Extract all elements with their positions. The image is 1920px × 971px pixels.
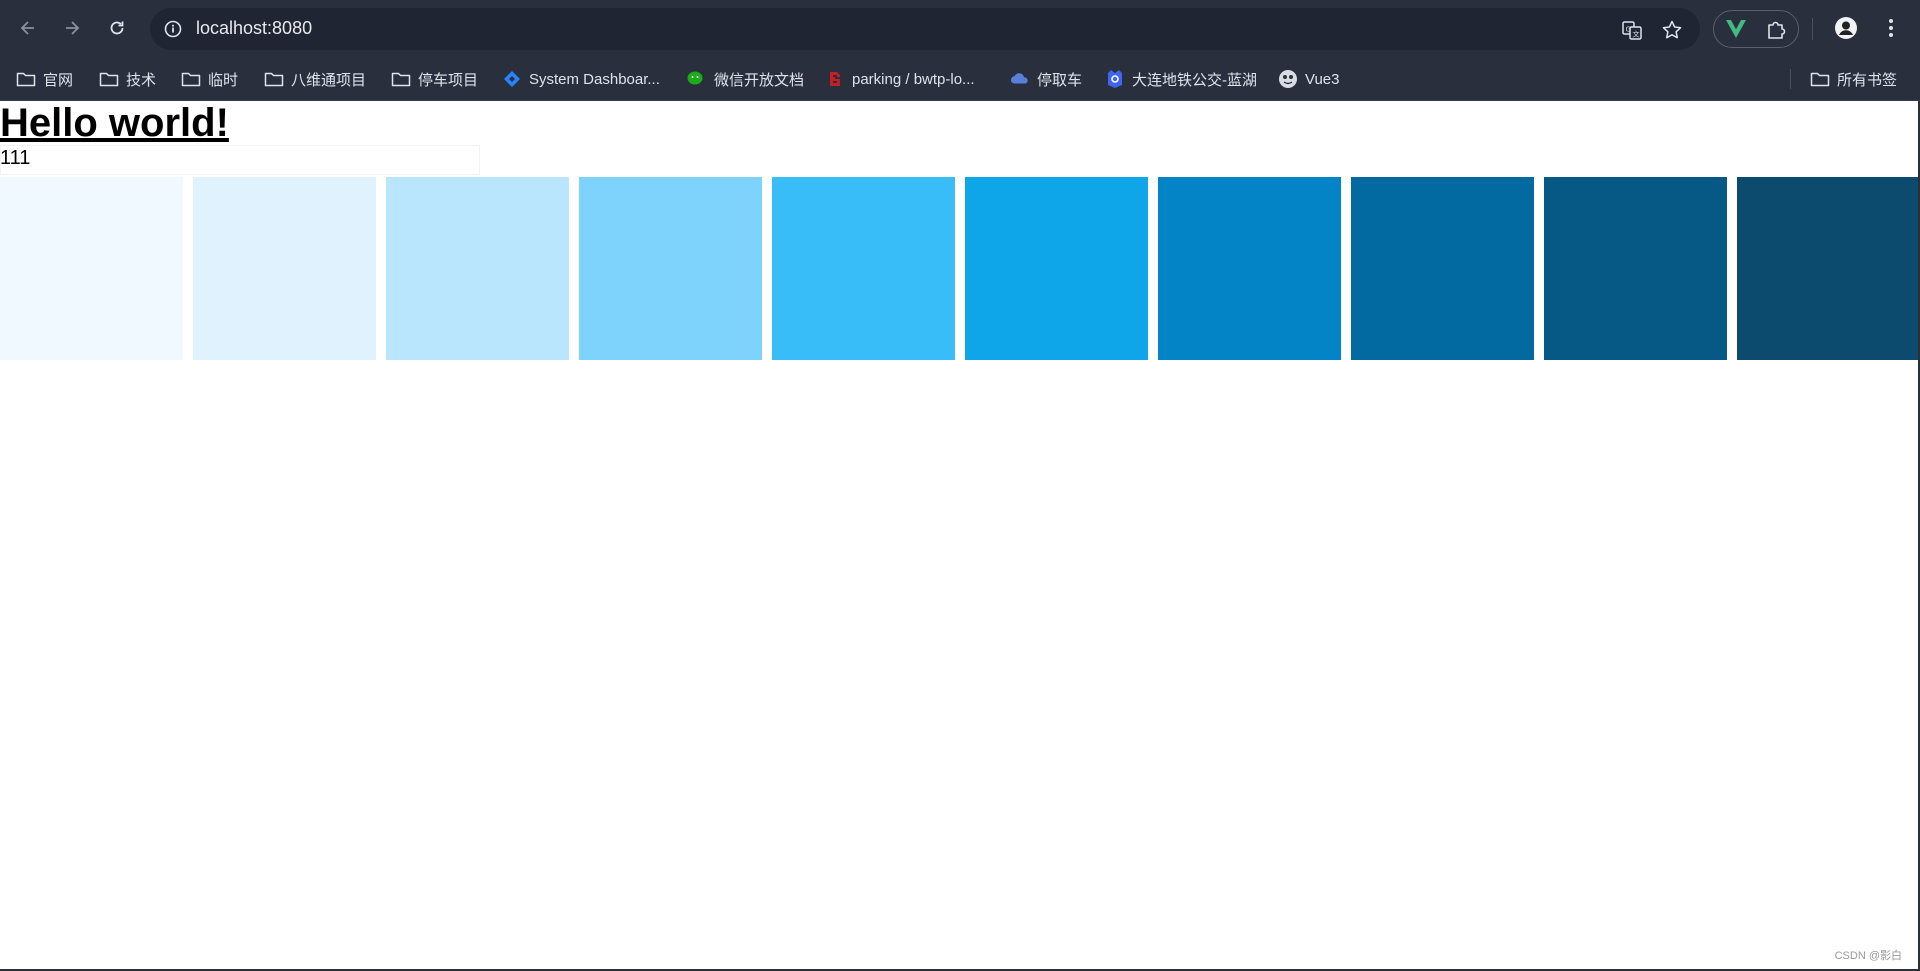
svg-text:G: G [1626, 26, 1631, 34]
reload-icon [110, 21, 124, 35]
color-swatch-2 [193, 177, 376, 360]
chrome-menu-button[interactable] [1877, 14, 1905, 42]
site-info-icon[interactable] [162, 18, 184, 40]
color-swatch-row [0, 177, 1920, 360]
all-bookmarks-label: 所有书签 [1837, 71, 1898, 89]
address-url[interactable]: localhost:8080 [196, 18, 312, 39]
color-swatch-5 [772, 177, 955, 360]
color-swatch-10 [1737, 177, 1920, 360]
bookmark-label: 微信开放文档 [714, 71, 805, 89]
bookmark-label: Vue3 [1305, 70, 1340, 88]
back-button[interactable] [14, 14, 42, 42]
extensions-group [1713, 10, 1799, 48]
bookmarks-bar: 官网 技术 临时 八维通项目 停车项目 System Dashboar... 微… [0, 57, 1920, 101]
folder-icon [1810, 69, 1830, 89]
bookmark-label: 停取车 [1037, 71, 1083, 89]
arrow-right-icon [66, 21, 80, 35]
color-swatch-3 [386, 177, 569, 360]
folder-icon [16, 69, 36, 89]
cloud-icon [1010, 69, 1030, 89]
color-swatch-1 [0, 177, 183, 360]
vue3-avatar-icon [1278, 69, 1298, 89]
bookmark-lanhu[interactable]: 大连地铁公交-蓝湖 [1105, 67, 1257, 91]
folder-icon [391, 69, 411, 89]
profile-button[interactable] [1832, 14, 1860, 42]
more-vert-icon [1889, 19, 1893, 37]
all-bookmarks-button[interactable]: 所有书签 [1810, 67, 1897, 91]
color-swatch-9 [1544, 177, 1727, 360]
extensions-puzzle-icon[interactable] [1764, 17, 1788, 41]
wechat-icon [687, 69, 707, 89]
watermark: CSDN @影白 [1834, 950, 1902, 962]
address-bar[interactable]: localhost:8080 G文 [150, 8, 1700, 50]
folder-icon [264, 69, 284, 89]
vue-devtools-icon[interactable] [1724, 17, 1748, 41]
color-swatch-8 [1351, 177, 1534, 360]
bookmark-folder-2[interactable]: 技术 [99, 67, 156, 91]
forward-button[interactable] [58, 14, 86, 42]
count-container [0, 145, 480, 175]
svg-text:文: 文 [1633, 30, 1640, 39]
bookmark-label: 临时 [208, 71, 239, 89]
count-value: 111 [0, 147, 31, 169]
color-swatch-7 [1158, 177, 1341, 360]
toolbar-divider [1812, 18, 1813, 40]
lanhu-icon [1105, 69, 1125, 89]
color-swatch-4 [579, 177, 762, 360]
bookmark-folder-5[interactable]: 停车项目 [391, 67, 478, 91]
bookmark-parking-repo[interactable]: parking / bwtp-lo... [825, 67, 975, 91]
bookmark-parking-pickup[interactable]: 停取车 [1010, 67, 1082, 91]
page-heading: Hello world! [0, 101, 229, 145]
translate-icon[interactable]: G文 [1620, 18, 1644, 42]
bookmark-wechat-docs[interactable]: 微信开放文档 [687, 67, 804, 91]
bookmark-folder-1[interactable]: 官网 [16, 67, 73, 91]
browser-toolbar: localhost:8080 G文 [0, 0, 1920, 57]
folder-icon [99, 69, 119, 89]
bookmark-star-icon[interactable] [1660, 18, 1684, 42]
bookmark-label: 停车项目 [418, 71, 479, 89]
bookmark-folder-3[interactable]: 临时 [181, 67, 238, 91]
folder-icon [181, 69, 201, 89]
jira-icon [502, 69, 522, 89]
bookmark-label: 大连地铁公交-蓝湖 [1132, 71, 1257, 89]
bookmark-label: System Dashboar... [529, 70, 660, 88]
arrow-left-icon [20, 21, 34, 35]
gitee-icon [825, 69, 845, 89]
page-content: Hello world! 111 [0, 101, 1920, 971]
bookmarks-divider [1790, 69, 1791, 89]
color-swatch-6 [965, 177, 1148, 360]
bookmark-folder-4[interactable]: 八维通项目 [264, 67, 366, 91]
bookmark-system-dashboard[interactable]: System Dashboar... [502, 67, 660, 91]
reload-button[interactable] [103, 14, 131, 42]
bookmark-label: 八维通项目 [291, 71, 367, 89]
bookmark-label: 官网 [43, 71, 74, 89]
bookmark-label: 技术 [126, 71, 157, 89]
bookmark-label: parking / bwtp-lo... [852, 70, 975, 88]
bookmark-vue3[interactable]: Vue3 [1278, 67, 1339, 91]
profile-icon [1835, 17, 1857, 39]
